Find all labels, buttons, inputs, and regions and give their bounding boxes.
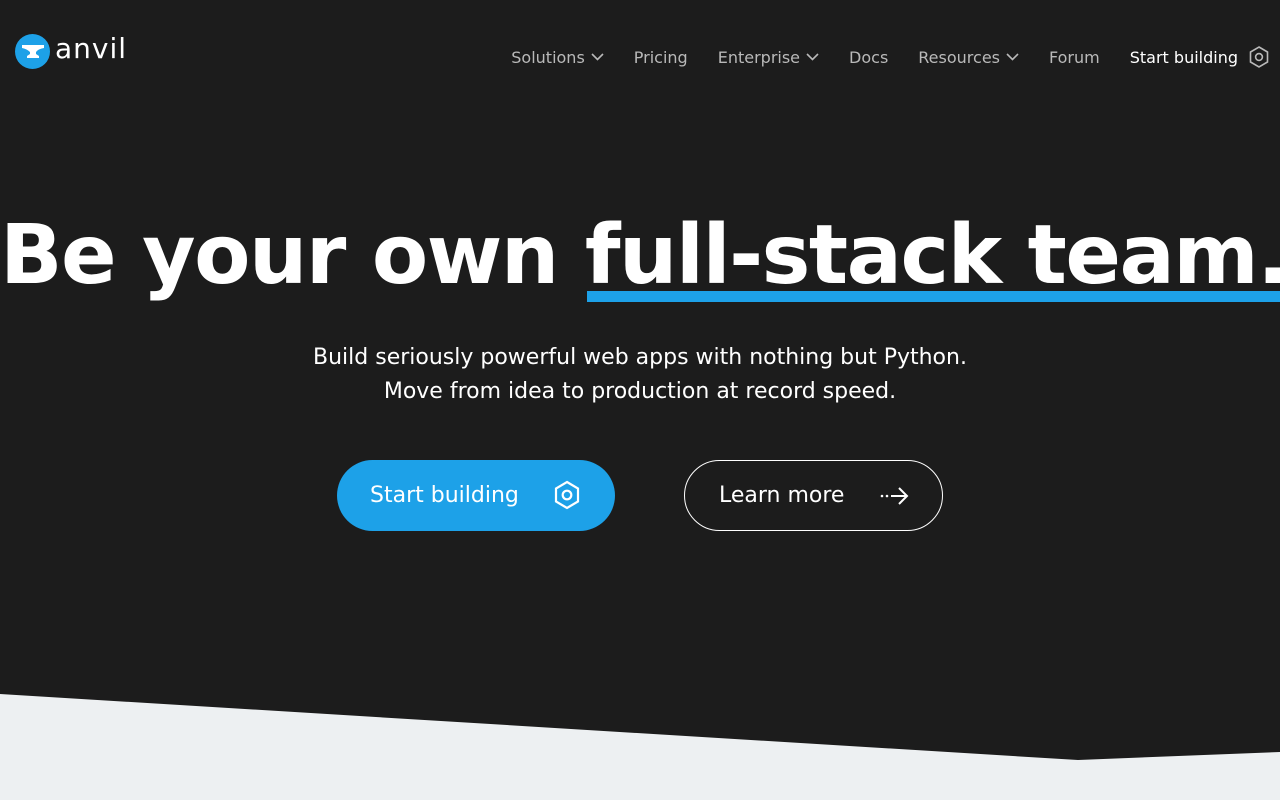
chevron-down-icon (806, 53, 819, 61)
site-header: anvil Solutions Pricing Enterprise Docs … (0, 0, 1280, 112)
hero-title-highlight-text: full-stack team. (584, 208, 1280, 303)
nav-item-label: Docs (849, 47, 889, 67)
logo[interactable]: anvil (15, 33, 127, 69)
chevron-down-icon (1006, 53, 1019, 61)
dashed-arrow-right-icon (880, 485, 910, 513)
nav-item-label: Solutions (511, 47, 585, 67)
nav-item-label: Pricing (633, 47, 688, 67)
main-nav: Solutions Pricing Enterprise Docs Resour… (481, 42, 1270, 72)
hexagon-nut-icon (553, 480, 581, 516)
nav-item-forum[interactable]: Forum (1049, 48, 1100, 67)
nav-item-label: Forum (1049, 47, 1100, 67)
hero-subtitle: Build seriously powerful web apps with n… (0, 341, 1280, 409)
nav-start-building-link[interactable]: Start building (1130, 45, 1270, 69)
nav-cta-label: Start building (1129, 47, 1238, 67)
hero-title-highlight: full-stack team. (585, 208, 1280, 304)
anvil-logo-icon (15, 33, 50, 69)
nav-item-solutions[interactable]: Solutions (511, 48, 604, 67)
logo-text: anvil (55, 32, 128, 65)
hero-subtitle-line-1: Build seriously powerful web apps with n… (313, 345, 967, 370)
nav-item-pricing[interactable]: Pricing (634, 48, 688, 67)
hero-subtitle-line-2: Move from idea to production at record s… (383, 379, 897, 404)
chevron-down-icon (591, 53, 604, 61)
start-building-button-label: Start building (370, 483, 519, 508)
learn-more-button-label: Learn more (719, 483, 845, 508)
nav-item-docs[interactable]: Docs (849, 48, 888, 67)
nav-item-enterprise[interactable]: Enterprise (718, 48, 819, 67)
nav-item-label: Resources (918, 47, 1000, 67)
nav-item-resources[interactable]: Resources (918, 48, 1019, 67)
hero-title: Be your own full-stack team. (0, 208, 1280, 304)
nav-item-label: Enterprise (717, 47, 801, 67)
hero-title-plain: Be your own (0, 208, 585, 303)
hexagon-nut-icon (1248, 45, 1270, 69)
start-building-button[interactable]: Start building (337, 460, 615, 531)
next-section-edge (0, 694, 1280, 800)
learn-more-button[interactable]: Learn more (684, 460, 943, 531)
